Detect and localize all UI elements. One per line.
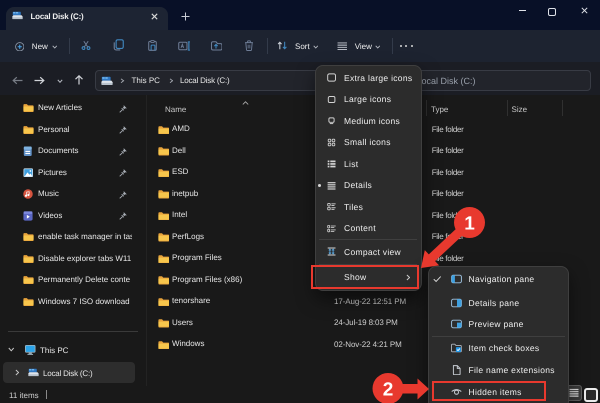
svg-text:2: 2 bbox=[383, 379, 394, 400]
svg-text:1: 1 bbox=[464, 213, 475, 234]
